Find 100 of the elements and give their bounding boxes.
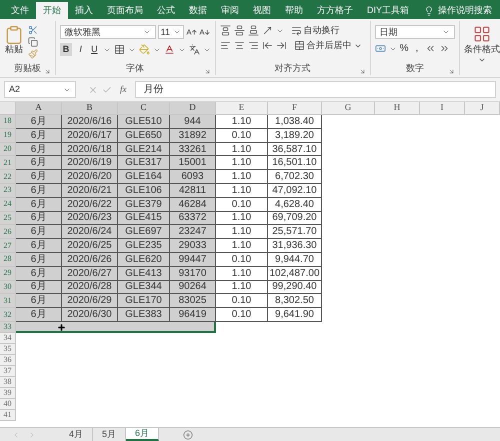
align-top-icon[interactable] <box>220 25 231 36</box>
ribbon-tab[interactable]: DIY工具箱 <box>360 2 416 19</box>
ribbon-tab[interactable]: 插入 <box>68 2 100 19</box>
scissors-icon[interactable] <box>28 25 38 35</box>
row-header[interactable]: 34 <box>0 332 16 344</box>
font-size-field[interactable]: 11 <box>158 25 184 39</box>
row-header[interactable]: 41 <box>0 410 16 421</box>
fill-color-icon[interactable] <box>138 44 150 55</box>
row-header[interactable]: 25 <box>0 212 16 226</box>
wrap-text-button[interactable]: 自动换行 <box>290 25 340 36</box>
column-header[interactable]: G <box>322 102 375 115</box>
increase-decimal-icon[interactable] <box>425 43 436 54</box>
insert-function-label[interactable]: fx <box>116 82 130 96</box>
align-center-icon[interactable] <box>234 40 245 51</box>
row-header[interactable]: 18 <box>0 115 16 129</box>
ribbon-tab[interactable]: 公式 <box>150 2 182 19</box>
ribbon-tab[interactable]: 页面布局 <box>100 2 150 19</box>
ribbon-tab[interactable]: 数据 <box>182 2 214 19</box>
row-header[interactable]: 28 <box>0 252 16 267</box>
row-header[interactable]: 31 <box>0 294 16 308</box>
table-cell: 2020/6/19 <box>62 156 118 170</box>
conditional-format-button[interactable]: 条件格式 <box>464 25 500 64</box>
row-header[interactable]: 20 <box>0 142 16 156</box>
table-cell: 6月 <box>16 128 62 143</box>
comma-button[interactable]: , <box>412 44 422 54</box>
align-left-icon[interactable] <box>220 40 231 51</box>
table-cell: 6月 <box>16 280 62 294</box>
caret-icon[interactable] <box>172 28 181 36</box>
ribbon-tab[interactable]: 开始 <box>36 2 68 19</box>
number-format-field[interactable]: 日期 <box>374 25 455 39</box>
orientation-icon[interactable] <box>262 25 273 36</box>
column-header[interactable]: A <box>16 102 62 115</box>
percent-button[interactable]: % <box>400 44 408 54</box>
row-header[interactable]: 32 <box>0 308 16 322</box>
align-middle-icon[interactable] <box>234 25 245 36</box>
table-cell: 25,571.70 <box>268 225 322 240</box>
column-header[interactable]: D <box>170 102 216 115</box>
table-cell: 2020/6/29 <box>62 294 118 308</box>
caret-icon[interactable] <box>142 28 151 36</box>
row-header[interactable]: 21 <box>0 156 16 170</box>
row-header[interactable]: 19 <box>0 128 16 143</box>
search-label[interactable]: 操作说明搜索 <box>438 4 492 18</box>
sheet-tab[interactable]: 4月 <box>60 428 94 441</box>
row-header[interactable]: 33 <box>0 322 16 333</box>
shrink-font-icon[interactable] <box>198 26 210 38</box>
ribbon-tab[interactable]: 方方格子 <box>310 2 360 19</box>
column-header[interactable]: I <box>420 102 465 115</box>
align-bottom-icon[interactable] <box>248 25 259 36</box>
ribbon-tab[interactable]: 审阅 <box>214 2 246 19</box>
add-sheet-icon[interactable] <box>183 430 194 440</box>
lightbulb-icon[interactable] <box>424 6 434 16</box>
font-color-icon[interactable] <box>164 44 175 55</box>
launcher-icon[interactable] <box>44 68 51 75</box>
currency-icon[interactable] <box>374 43 386 54</box>
copy-icon[interactable] <box>28 37 38 47</box>
row-header[interactable]: 40 <box>0 398 16 410</box>
increase-indent-icon[interactable] <box>276 40 287 51</box>
row-header[interactable]: 35 <box>0 344 16 355</box>
grow-font-icon[interactable] <box>186 26 197 38</box>
row-header[interactable]: 23 <box>0 184 16 198</box>
column-header[interactable]: E <box>216 102 268 115</box>
merge-center-button[interactable]: 合并后居中 <box>294 40 362 51</box>
ribbon-tab[interactable]: 文件 <box>4 2 36 19</box>
row-header[interactable]: 24 <box>0 198 16 212</box>
row-header[interactable]: 36 <box>0 354 16 366</box>
phonetic-icon[interactable] <box>188 44 200 55</box>
column-header[interactable]: J <box>465 102 500 115</box>
row-header[interactable]: 37 <box>0 366 16 377</box>
row-header[interactable]: 26 <box>0 225 16 240</box>
row-header[interactable]: 22 <box>0 170 16 184</box>
column-header[interactable]: F <box>268 102 322 115</box>
caret-icon[interactable] <box>442 28 450 36</box>
column-header[interactable]: B <box>62 102 118 115</box>
ribbon-tab[interactable]: 视图 <box>246 2 278 19</box>
table-cell: 6月 <box>16 225 62 240</box>
launcher-icon[interactable] <box>448 68 455 75</box>
name-box[interactable]: A2 <box>4 81 76 98</box>
paste-button[interactable]: 粘贴 <box>4 25 24 59</box>
bold-button[interactable]: B <box>60 43 72 56</box>
table-cell: 0.10 <box>216 198 268 212</box>
align-right-icon[interactable] <box>248 40 259 51</box>
font-name-field[interactable]: 微软雅黑 <box>60 25 156 39</box>
column-header[interactable]: C <box>118 102 170 115</box>
ribbon-tab[interactable]: 帮助 <box>278 2 310 19</box>
decrease-indent-icon[interactable] <box>262 40 273 51</box>
row-header[interactable]: 29 <box>0 266 16 281</box>
row-header[interactable]: 27 <box>0 239 16 253</box>
italic-button[interactable]: I <box>75 43 86 56</box>
underline-button[interactable]: U <box>88 43 100 56</box>
table-cell: 6月 <box>16 212 62 226</box>
row-header[interactable]: 38 <box>0 376 16 388</box>
row-header[interactable]: 39 <box>0 388 16 399</box>
decrease-decimal-icon[interactable] <box>439 43 450 54</box>
border-icon[interactable] <box>114 44 125 55</box>
formula-field[interactable]: 月份 <box>134 81 496 98</box>
column-header[interactable]: H <box>375 102 420 115</box>
row-header[interactable]: 30 <box>0 280 16 294</box>
launcher-icon[interactable] <box>204 68 211 75</box>
launcher-icon[interactable] <box>358 68 366 75</box>
sheet-tab[interactable]: 6月 <box>126 428 160 441</box>
